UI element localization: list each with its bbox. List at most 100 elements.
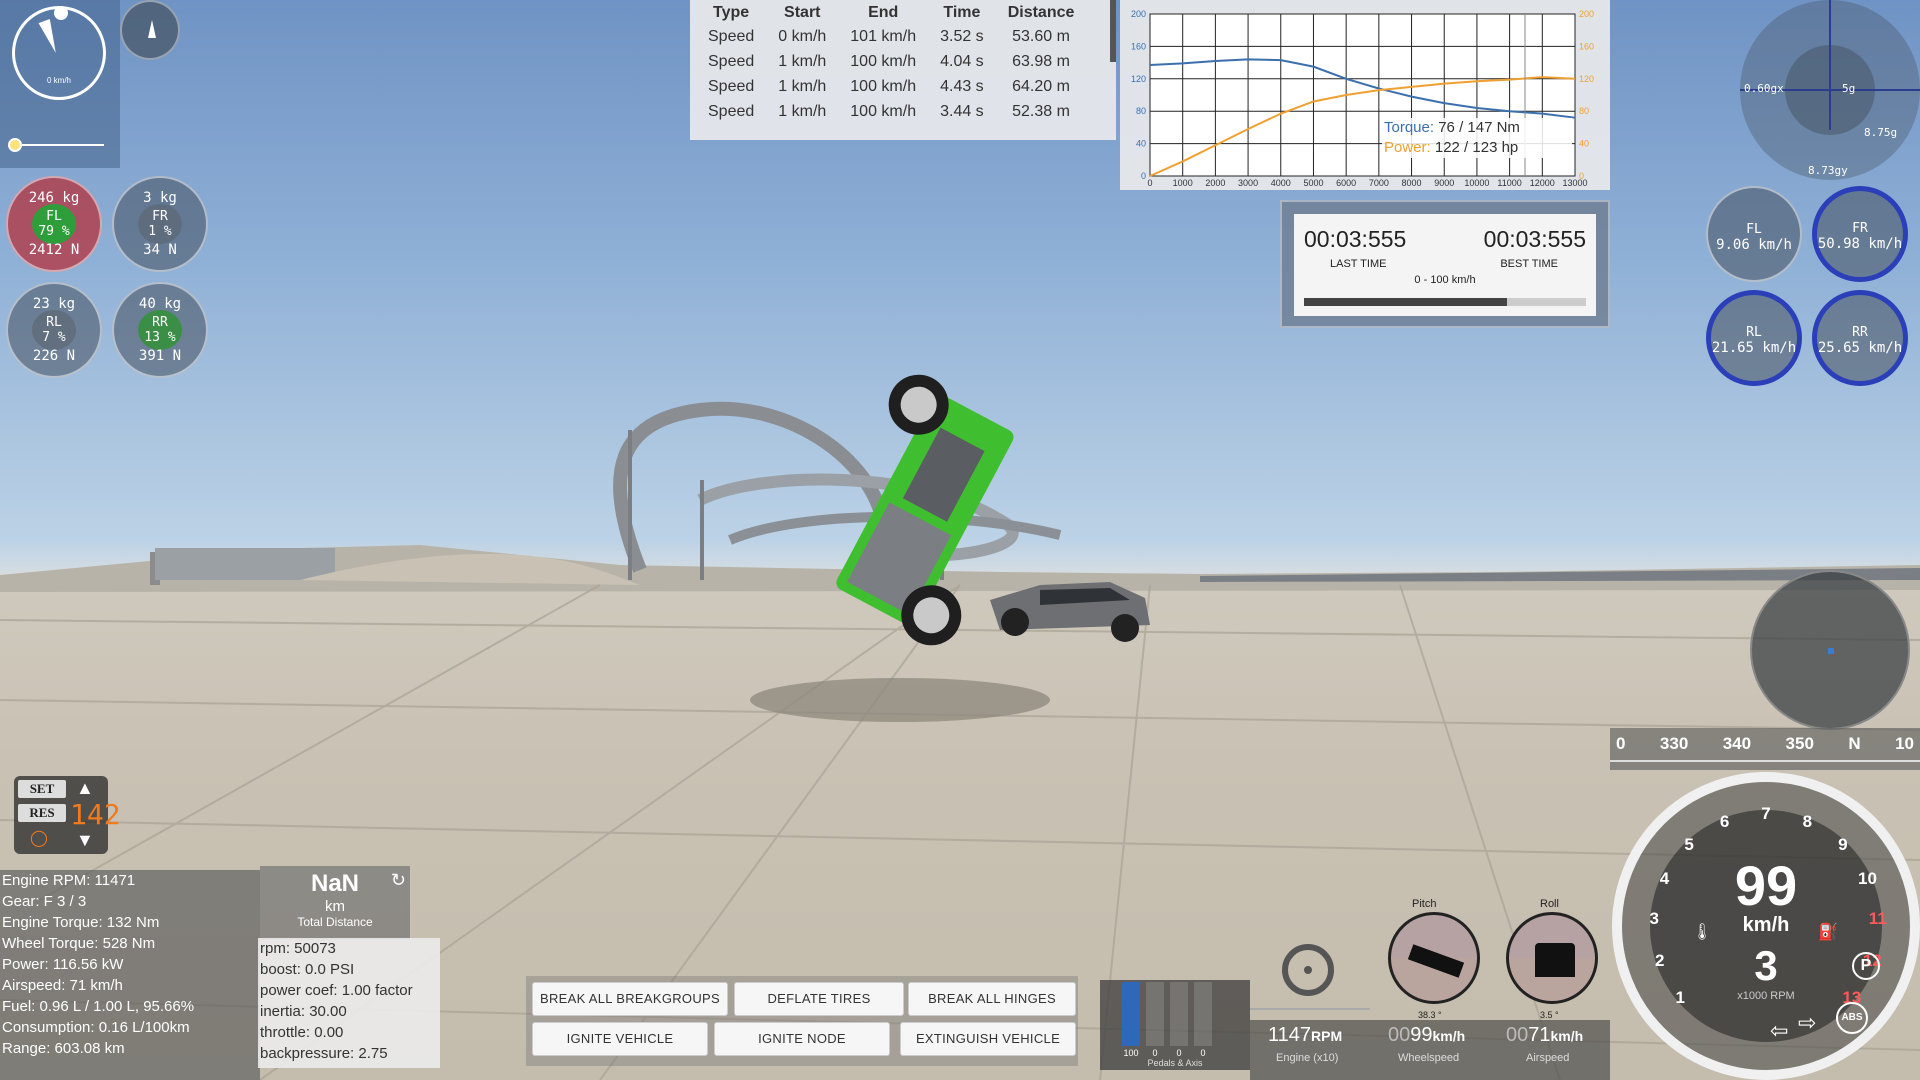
airspeed-gauge: 0071km/h	[1506, 1024, 1583, 1047]
cruise-control-panel: SET RES ▲ ▼ 142 ◯	[14, 776, 121, 854]
extinguish-vehicle-button[interactable]: EXTINGUISH VEHICLE	[900, 1022, 1076, 1056]
table-cell: 64.20 m	[1012, 77, 1070, 95]
speed-unit: km/h	[1742, 914, 1790, 936]
info-gear: Gear: F 3 / 3	[2, 893, 87, 910]
timer-progress-track	[1304, 298, 1586, 306]
cruise-set-button[interactable]: SET	[18, 780, 66, 798]
run-table-scrollbar[interactable]	[1110, 0, 1116, 62]
graph-x-tick: 0	[1147, 178, 1152, 188]
pedal-value: 0	[1200, 1048, 1206, 1058]
pedal-bar	[1194, 982, 1212, 1046]
vehicle-info-panel: Engine RPM: 11471 Gear: F 3 / 3 Engine T…	[0, 870, 260, 1080]
engine-throttle: throttle: 0.00	[260, 1024, 344, 1041]
cruise-speed-down-icon[interactable]: ▼	[76, 830, 94, 851]
rpm-tick-label: 6	[1719, 811, 1730, 831]
wheel-speed-value: 25.65 km/h	[1817, 340, 1903, 356]
graph-x-tick: 12000	[1530, 178, 1555, 188]
info-engine-rpm: Engine RPM: 11471	[2, 872, 136, 889]
power-label: Power:	[1384, 139, 1431, 156]
rpm-unit-label: x1000 RPM	[1737, 990, 1795, 1002]
wheel-load-force: 2412 N	[28, 242, 80, 258]
wheel-speed-value: 9.06 km/h	[1716, 237, 1792, 253]
info-engine-torque: Engine Torque: 132 Nm	[2, 914, 160, 931]
info-range: Range: 603.08 km	[2, 1040, 125, 1057]
heading-tick: 0	[1616, 734, 1626, 753]
graph-canvas: 0 1000 2000 3000 4000 5000 6000 7000 8000 9000 100…	[1131, 9, 1594, 188]
ignite-vehicle-button[interactable]: IGNITE VEHICLE	[532, 1022, 708, 1056]
roll-vehicle-silhouette-icon	[1535, 943, 1575, 977]
graph-x-tick: 1000	[1173, 178, 1193, 188]
wheel-load-id: RR	[152, 315, 168, 330]
mini-speedometer-panel: 0 km/h	[0, 0, 120, 168]
timer-range: 0 - 100 km/h	[1414, 274, 1476, 286]
table-cell: 0 km/h	[778, 27, 827, 45]
table-row: Speed 1 km/h 100 km/h 4.43 s 64.20 m	[696, 74, 1086, 99]
g-force-meter: 0.60gx 5g 8.75g 8.73gy	[1740, 0, 1920, 180]
table-cell: 1 km/h	[778, 77, 827, 95]
distance-value: NaN	[310, 870, 359, 897]
steering-axis-bar	[1250, 1008, 1370, 1010]
wheelspeed-prefix: 00	[1388, 1024, 1411, 1046]
info-power: Power: 116.56 kW	[2, 956, 124, 973]
pedal-bar	[1122, 982, 1140, 1046]
graph-x-tick: 9000	[1434, 178, 1454, 188]
wheel-load-force: 226 N	[32, 348, 76, 364]
graph-y-tick-right: 120	[1579, 74, 1594, 84]
ignite-node-button[interactable]: IGNITE NODE	[714, 1022, 890, 1056]
pitch-indicator	[1388, 912, 1480, 1004]
graph-y-tick-left: 0	[1141, 171, 1146, 181]
graph-x-tick: 2000	[1205, 178, 1225, 188]
graph-x-tick: 3000	[1238, 178, 1258, 188]
power-value: 122 / 123 hp	[1434, 139, 1519, 156]
mini-speedometer-dial	[12, 6, 106, 100]
engine-power-coef: power coef: 1.00 factor	[260, 982, 413, 999]
table-cell: 1 km/h	[778, 102, 827, 120]
rpm-gauge: 1147RPM	[1268, 1024, 1342, 1047]
engine-backpressure: backpressure: 2.75	[260, 1045, 388, 1062]
wheel-load-percent: 79 %	[38, 224, 70, 239]
mini-speedometer-slider-handle[interactable]	[8, 138, 22, 152]
table-cell: 52.38 m	[1012, 102, 1070, 120]
engine-rpm: rpm: 50073	[260, 940, 336, 957]
graph-x-tick: 10000	[1464, 178, 1489, 188]
torque-label: Torque:	[1384, 119, 1435, 136]
mini-speedometer-top-marker	[54, 6, 68, 20]
info-airspeed: Airspeed: 71 km/h	[2, 977, 123, 994]
pedal-value: 100	[1123, 1048, 1139, 1058]
graph-y-tick-left: 80	[1136, 106, 1146, 116]
deflate-tires-button[interactable]: DEFLATE TIRES	[734, 982, 904, 1016]
heading-tick: 330	[1659, 734, 1689, 753]
reset-distance-icon[interactable]: ↻	[391, 870, 406, 891]
graph-y-tick-right: 160	[1579, 41, 1594, 51]
wheel-speed-id: FL	[1746, 222, 1762, 237]
run-results-table: Type Start End Time Distance Speed 0 km/…	[690, 0, 1116, 140]
fuel-pump-icon: ⛽	[1818, 924, 1838, 941]
cruise-resume-button[interactable]: RES	[18, 804, 66, 822]
pitch-label: Pitch	[1412, 898, 1437, 910]
pitch-value: 38.3 °	[1418, 1010, 1442, 1020]
best-time-label: BEST TIME	[1500, 258, 1558, 270]
wheelspeed-gauge: 0099km/h	[1388, 1024, 1465, 1047]
pedal-bar	[1170, 982, 1188, 1046]
heading-tick: 10	[1895, 734, 1914, 753]
wheel-speed-id: RR	[1852, 325, 1868, 340]
break-all-breakgroups-button[interactable]: BREAK ALL BREAKGROUPS	[532, 982, 728, 1016]
graph-x-tick: 8000	[1402, 178, 1422, 188]
mini-speedometer-label: 0 km/h	[46, 76, 71, 85]
mini-speedometer-slider-track[interactable]	[12, 144, 104, 146]
table-row: Speed 0 km/h 101 km/h 3.52 s 53.60 m	[696, 24, 1086, 49]
wheel-load-id: FR	[152, 209, 168, 224]
graph-y-tick-left: 200	[1131, 9, 1146, 19]
graph-y-tick-right: 40	[1579, 139, 1589, 149]
radar-player-marker	[1828, 648, 1834, 654]
cruise-speed-up-icon[interactable]: ▲	[76, 778, 94, 799]
heading-tick: 350	[1785, 734, 1814, 753]
wheel-load-rr: 40 kg RR 13 % 391 N	[112, 282, 208, 378]
wheel-speed-rl: RL 21.65 km/h	[1706, 290, 1802, 386]
break-all-hinges-button[interactable]: BREAK ALL HINGES	[908, 982, 1076, 1016]
pedals-label: Pedals & Axis	[1147, 1058, 1203, 1068]
rpm-value: 1147	[1268, 1024, 1312, 1046]
pedal-value: 0	[1176, 1048, 1182, 1058]
table-row: Speed 1 km/h 100 km/h 3.44 s 52.38 m	[696, 99, 1086, 124]
turn-signal-left-icon: ⇦	[1770, 1018, 1789, 1043]
